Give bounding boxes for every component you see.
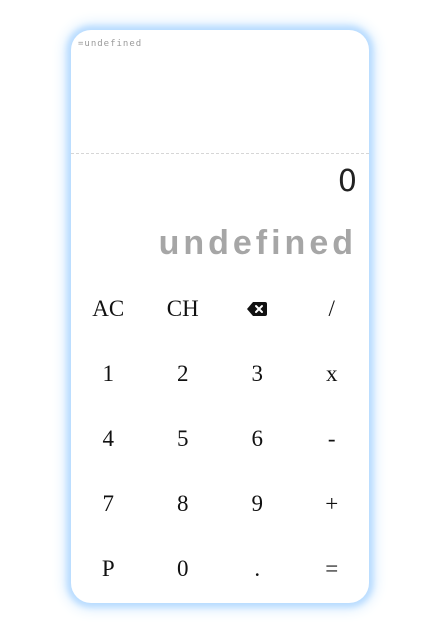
digit-8-button[interactable]: 8 bbox=[146, 471, 221, 536]
digit-2-button[interactable]: 2 bbox=[146, 341, 221, 406]
digit-4-button[interactable]: 4 bbox=[71, 406, 146, 471]
backspace-button[interactable] bbox=[220, 276, 295, 341]
calculator: =undefined 0 undefined AC CH / 1 2 3 x 4… bbox=[71, 30, 369, 603]
digit-5-button[interactable]: 5 bbox=[146, 406, 221, 471]
all-clear-button[interactable]: AC bbox=[71, 276, 146, 341]
digit-1-button[interactable]: 1 bbox=[71, 341, 146, 406]
p-button[interactable]: P bbox=[71, 536, 146, 601]
subtract-button[interactable]: - bbox=[295, 406, 370, 471]
digit-7-button[interactable]: 7 bbox=[71, 471, 146, 536]
history-panel: =undefined bbox=[71, 30, 369, 154]
add-button[interactable]: + bbox=[295, 471, 370, 536]
digit-3-button[interactable]: 3 bbox=[220, 341, 295, 406]
clear-history-button[interactable]: CH bbox=[146, 276, 221, 341]
equals-button[interactable]: = bbox=[295, 536, 370, 601]
digit-9-button[interactable]: 9 bbox=[220, 471, 295, 536]
history-entry: =undefined bbox=[78, 39, 143, 49]
decimal-point-button[interactable]: . bbox=[220, 536, 295, 601]
current-input-display: 0 bbox=[337, 164, 357, 199]
keypad: AC CH / 1 2 3 x 4 5 6 - 7 8 9 + P 0 . = bbox=[71, 276, 369, 601]
backspace-icon bbox=[247, 301, 268, 316]
divide-button[interactable]: / bbox=[295, 276, 370, 341]
result-display: undefined bbox=[158, 224, 357, 262]
digit-6-button[interactable]: 6 bbox=[220, 406, 295, 471]
multiply-button[interactable]: x bbox=[295, 341, 370, 406]
digit-0-button[interactable]: 0 bbox=[146, 536, 221, 601]
